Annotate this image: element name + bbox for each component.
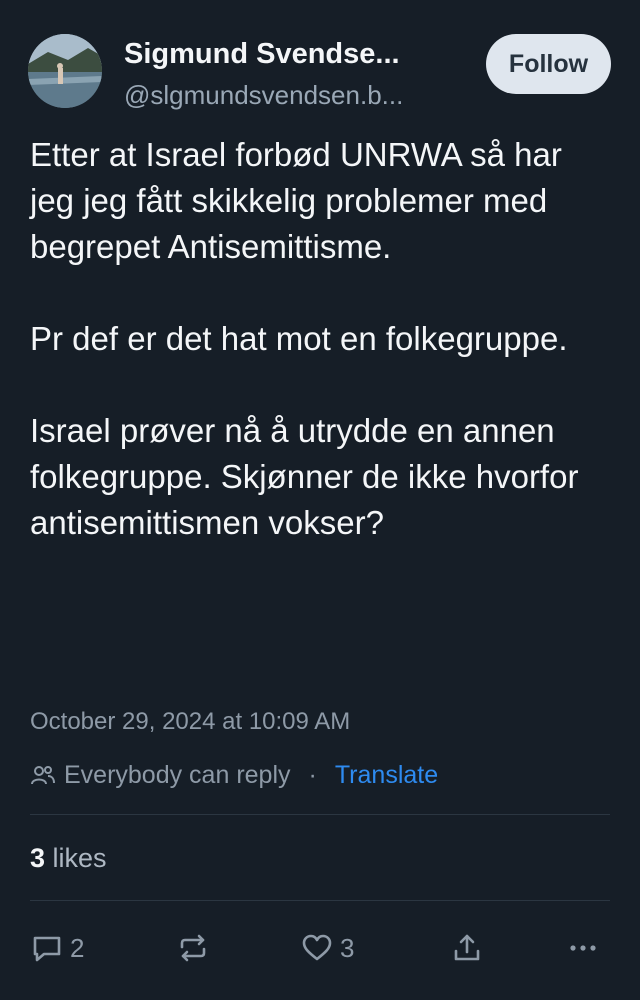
people-icon <box>31 766 55 785</box>
author-name[interactable]: Sigmund Svendse... <box>124 38 454 71</box>
post-paragraph: Israel prøver nå å utrydde en annen folk… <box>30 412 579 541</box>
reply-icon <box>33 936 61 962</box>
reply-setting-label: Everybody can reply <box>64 760 291 789</box>
reply-settings-row: Everybody can reply · Translate <box>30 758 438 792</box>
divider <box>30 900 610 901</box>
separator-dot: · <box>308 760 317 789</box>
reply-button[interactable]: 2 <box>30 926 84 970</box>
divider <box>30 814 610 815</box>
reply-count: 2 <box>70 932 85 963</box>
like-count: 3 <box>340 932 355 963</box>
post-paragraph: Pr def er det hat mot en folkegruppe. <box>30 320 568 357</box>
repost-icon <box>180 934 206 962</box>
post-paragraph: Etter at Israel forbød UNRWA så har jeg … <box>30 136 562 265</box>
likes-count[interactable]: 3 likes <box>30 843 107 874</box>
likes-label: likes <box>52 843 107 873</box>
share-button[interactable] <box>450 926 484 970</box>
translate-link[interactable]: Translate <box>335 761 438 790</box>
repost-button[interactable] <box>176 926 210 970</box>
like-button[interactable]: 3 <box>300 926 354 970</box>
author-handle[interactable]: @slgmundsvendsen.b... <box>124 80 464 111</box>
likes-number: 3 <box>30 843 46 873</box>
follow-button[interactable]: Follow <box>486 34 611 94</box>
avatar-image <box>28 34 102 108</box>
post-text: Etter at Israel forbød UNRWA så har jeg … <box>30 132 610 546</box>
more-options-button[interactable] <box>566 926 600 970</box>
post-timestamp: October 29, 2024 at 10:09 AM <box>30 708 351 735</box>
action-bar: 2 3 <box>30 926 610 970</box>
heart-icon <box>302 934 332 961</box>
share-icon <box>454 934 480 961</box>
more-icon <box>570 945 596 951</box>
avatar[interactable] <box>28 34 102 108</box>
